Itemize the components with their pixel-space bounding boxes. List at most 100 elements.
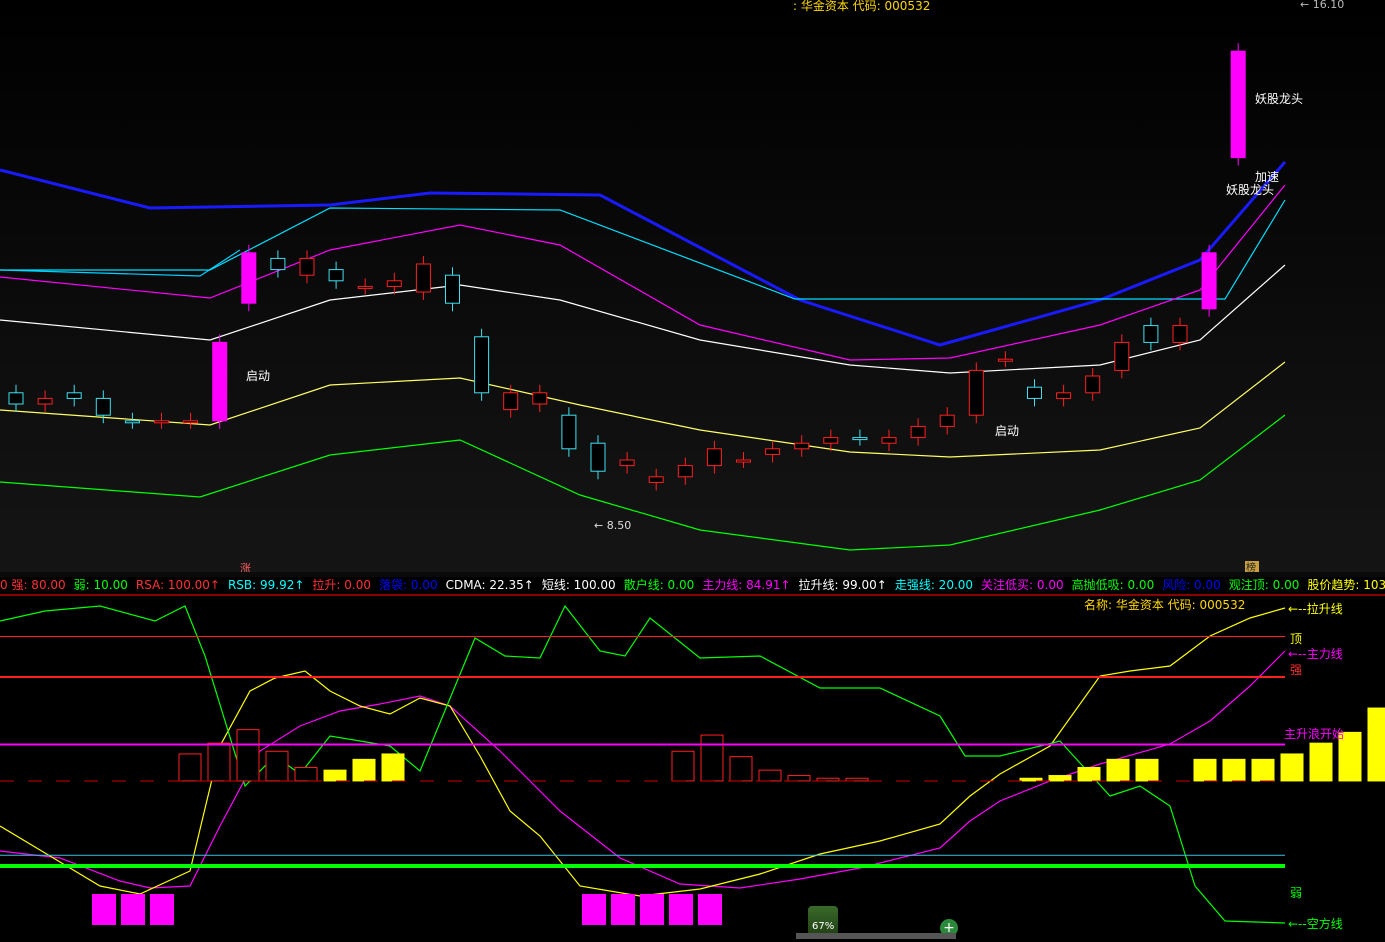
histogram-bar bbox=[787, 775, 811, 782]
weak-level-label: 弱 bbox=[1290, 886, 1302, 900]
histogram-bar bbox=[729, 756, 753, 782]
short-line-label: ←--空方线 bbox=[1288, 916, 1343, 931]
candle-body bbox=[1056, 392, 1072, 399]
indicator-value: 拉升: 0.00 bbox=[312, 578, 371, 592]
bottom-signal-block bbox=[121, 894, 145, 925]
candle-body bbox=[8, 392, 24, 405]
histogram-bar bbox=[1193, 758, 1217, 782]
candle-body bbox=[445, 274, 460, 304]
candle bbox=[241, 244, 257, 312]
candle bbox=[881, 429, 897, 452]
indicator-value: RSA: 100.00↑ bbox=[135, 578, 220, 592]
demon-stock-label-2: 妖股龙头 bbox=[1226, 183, 1274, 197]
candle-body bbox=[386, 280, 402, 287]
candle-body bbox=[677, 465, 693, 478]
indicator-value: 观注顶: 0.00 bbox=[1228, 578, 1300, 592]
candle-body bbox=[706, 448, 722, 467]
main-rise-label: 主升浪开始 bbox=[1284, 726, 1344, 741]
bottom-signal-block bbox=[582, 894, 606, 925]
bottom-signal-block bbox=[669, 894, 693, 925]
candle-body bbox=[1230, 50, 1246, 159]
candle-body bbox=[939, 414, 955, 427]
histogram-bar bbox=[323, 769, 347, 782]
candle-body bbox=[910, 425, 926, 439]
bottom-signal-block bbox=[92, 894, 116, 925]
bottom-signal-block bbox=[640, 894, 664, 925]
status-strip bbox=[796, 933, 956, 939]
candle bbox=[590, 435, 606, 480]
candle bbox=[386, 272, 402, 295]
indicator-line-1 bbox=[0, 607, 1286, 897]
candle-body bbox=[241, 252, 257, 304]
candle-body bbox=[37, 397, 53, 405]
candle-body bbox=[648, 476, 664, 483]
indicator-chart: 名称: 华金资本 代码: 000532 ←--拉升线 顶 ←--主力线 强 主升… bbox=[0, 597, 1385, 931]
candle-body bbox=[794, 442, 810, 450]
indicator-value: 关注低买: 0.00 bbox=[981, 578, 1064, 592]
indicator-chart-panel[interactable]: 名称: 华金资本 代码: 000532 ←--拉升线 顶 ←--主力线 强 主升… bbox=[0, 596, 1385, 939]
candle-body bbox=[736, 459, 751, 463]
indicator-value: 高抛低吸: 0.00 bbox=[1071, 578, 1155, 592]
indicator-value: 拉升线: 99.00↑ bbox=[798, 578, 887, 592]
candle bbox=[532, 384, 548, 412]
candle bbox=[124, 412, 140, 429]
indicator-values-bar: 0 强: 80.00 弱: 10.00 RSA: 100.00↑ RSB: 99.92… bbox=[0, 577, 1385, 593]
candle bbox=[212, 334, 228, 429]
start-label-1: 启动 bbox=[246, 369, 270, 383]
indicator-value: RSB: 99.92↑ bbox=[227, 578, 305, 592]
candle bbox=[299, 250, 315, 284]
top-price-label: ← 16.10 bbox=[1300, 0, 1344, 11]
demon-stock-label-1: 妖股龙头 bbox=[1255, 92, 1303, 106]
histogram-bar bbox=[1048, 775, 1072, 782]
candle bbox=[1230, 43, 1246, 166]
candle-body bbox=[415, 263, 431, 293]
candle bbox=[852, 429, 868, 446]
candle-body bbox=[1085, 375, 1101, 394]
top-price-value: 16.10 bbox=[1313, 0, 1345, 11]
candle bbox=[561, 407, 577, 457]
candle bbox=[736, 452, 751, 468]
histogram-bar bbox=[1367, 707, 1385, 782]
histogram-bar bbox=[700, 734, 724, 782]
histogram-bar bbox=[381, 753, 405, 782]
candle bbox=[794, 435, 810, 457]
candle-body bbox=[124, 420, 140, 424]
candle-body bbox=[95, 397, 111, 416]
indicator-value: 0 强: 80.00 bbox=[0, 578, 66, 592]
main-line-label: ←--主力线 bbox=[1288, 647, 1343, 661]
bottom-signal-block bbox=[698, 894, 722, 925]
candle bbox=[1027, 379, 1042, 407]
strong-level-label: 强 bbox=[1290, 663, 1302, 677]
candle bbox=[939, 407, 955, 435]
bottom-signal-block bbox=[150, 894, 174, 925]
candle bbox=[328, 261, 344, 289]
candlestick-chart: : 华金资本 代码: 000532 ← 16.10 ← 8.50 启动 启动 妖… bbox=[0, 0, 1344, 575]
indicator-value: 散户线: 0.00 bbox=[623, 578, 695, 592]
candle-body bbox=[823, 437, 839, 444]
indicator-value: 风险: 0.00 bbox=[1162, 578, 1221, 592]
candle-body bbox=[1027, 386, 1042, 399]
candle bbox=[706, 440, 722, 474]
histogram-bar bbox=[1222, 758, 1246, 782]
candle-body bbox=[66, 392, 82, 399]
candle bbox=[415, 256, 431, 300]
candle bbox=[37, 390, 53, 412]
candle bbox=[997, 351, 1013, 368]
band-line-3 bbox=[0, 184, 1286, 361]
histogram-bar bbox=[1280, 753, 1304, 782]
candle bbox=[648, 468, 664, 491]
histogram-bar bbox=[294, 766, 318, 782]
indicator-value: 股价趋势: 103.17↑ bbox=[1307, 578, 1385, 592]
candle bbox=[1201, 244, 1217, 317]
candle bbox=[1056, 384, 1072, 407]
indicator-value: 走强线: 20.00 bbox=[894, 578, 974, 592]
candle bbox=[1114, 334, 1130, 379]
candle bbox=[154, 412, 169, 429]
candle-body bbox=[881, 437, 897, 444]
band-line-6 bbox=[0, 249, 241, 277]
candlestick-chart-panel[interactable]: : 华金资本 代码: 000532 ← 16.10 ← 8.50 启动 启动 妖… bbox=[0, 0, 1385, 575]
candle bbox=[765, 440, 781, 463]
top-level-label: 顶 bbox=[1290, 632, 1302, 646]
histogram-bar bbox=[178, 753, 202, 782]
candle bbox=[66, 384, 82, 407]
